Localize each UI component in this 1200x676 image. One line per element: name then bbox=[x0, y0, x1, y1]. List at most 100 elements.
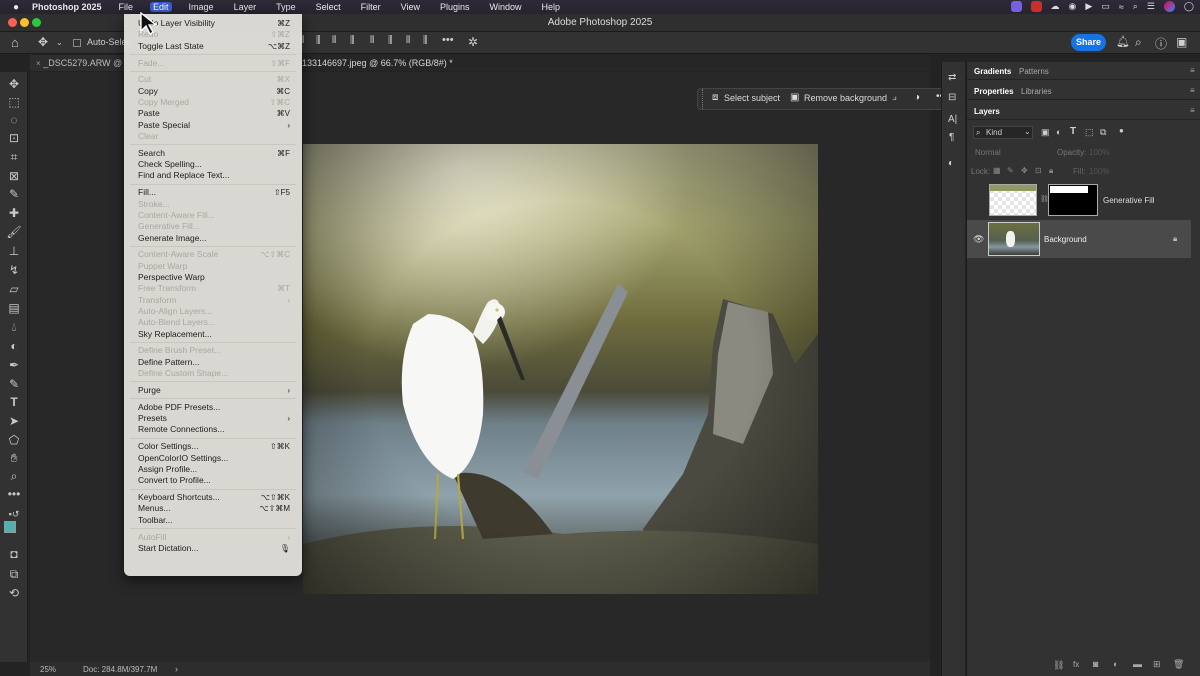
character-panel-icon[interactable]: A| bbox=[948, 114, 957, 125]
auto-select-checkbox[interactable] bbox=[73, 39, 81, 47]
type-tool-icon[interactable]: T bbox=[6, 394, 22, 410]
menu-item-define-brush-preset[interactable]: Define Brush Preset... bbox=[138, 345, 290, 356]
tab-133146697[interactable]: 133146697.jpeg @ 66.7% (RGB/8#) * bbox=[296, 55, 496, 71]
menu-view[interactable]: View bbox=[398, 2, 423, 12]
foreground-color-swatch[interactable] bbox=[4, 521, 16, 533]
align-bottom-icon[interactable]: ⫼ bbox=[388, 35, 393, 46]
menu-item-menus[interactable]: Menus... ⌥⇧⌘M bbox=[138, 503, 290, 514]
screen-mirroring-icon[interactable] bbox=[1010, 1, 1022, 12]
new-layer-icon[interactable]: ⊞ bbox=[1153, 659, 1161, 670]
menu-item-content-aware-scale[interactable]: Content-Aware Scale ⌥⇧⌘C bbox=[138, 249, 290, 260]
blur-tool-icon[interactable]: 💧︎ bbox=[6, 319, 22, 335]
close-tab-icon[interactable]: × bbox=[36, 59, 41, 68]
distribute-icon[interactable]: ⫴ bbox=[406, 35, 410, 46]
menu-select[interactable]: Select bbox=[313, 2, 344, 12]
status-menu-arrow[interactable]: › bbox=[175, 664, 178, 674]
lock-all-icon[interactable]: 🔒︎ bbox=[1049, 166, 1053, 176]
filter-toggle-icon[interactable]: ● bbox=[1119, 126, 1124, 135]
filter-smart-object-icon[interactable]: ⧉ bbox=[1100, 127, 1106, 138]
menu-item-start-dictation[interactable]: Start Dictation... 🎙 bbox=[138, 543, 290, 554]
link-layers-icon[interactable]: ⛓ bbox=[1053, 660, 1064, 671]
menu-item-undo-layer-visibility[interactable]: Undo Layer Visibility ⌘Z bbox=[138, 18, 290, 29]
menu-item-toggle-last-state[interactable]: Toggle Last State ⌥⌘Z bbox=[138, 41, 290, 52]
panel-menu-icon[interactable]: ≡ bbox=[1190, 106, 1195, 115]
more-options-icon[interactable]: ••• bbox=[442, 34, 454, 46]
play-icon[interactable]: ▶ bbox=[1085, 1, 1092, 12]
adjustment-icon[interactable]: ◑ bbox=[914, 92, 920, 103]
quick-mask-icon[interactable]: ◘ bbox=[6, 546, 22, 562]
screen-mode-icon[interactable]: ⧉ bbox=[6, 566, 22, 582]
menu-item-define-custom-shape[interactable]: Define Custom Shape... bbox=[138, 368, 290, 379]
menu-item-fill[interactable]: Fill... ⇧F5 bbox=[138, 187, 290, 198]
tab-libraries[interactable]: Libraries bbox=[1021, 87, 1052, 96]
menu-layer[interactable]: Layer bbox=[231, 2, 260, 12]
menu-edit[interactable]: Edit bbox=[150, 2, 172, 12]
menu-item-copy[interactable]: Copy ⌘C bbox=[138, 86, 290, 97]
share-button[interactable]: Share bbox=[1071, 34, 1106, 51]
shape-tool-icon[interactable]: ⬠ bbox=[6, 432, 22, 448]
battery-icon[interactable]: ▭ bbox=[1101, 1, 1110, 12]
transform-icon[interactable]: ⟓ bbox=[892, 92, 897, 103]
patterns-panel-icon[interactable]: ⊟ bbox=[948, 92, 956, 103]
menu-item-content-aware-fill[interactable]: Content-Aware Fill... bbox=[138, 210, 290, 221]
menu-item-copy-merged[interactable]: Copy Merged ⇧⌘C bbox=[138, 97, 290, 108]
lock-position-icon[interactable]: ✥ bbox=[1021, 166, 1028, 175]
apple-icon[interactable]: ● bbox=[10, 2, 22, 13]
remove-background-button[interactable]: Remove background bbox=[804, 93, 887, 103]
app-name-menu[interactable]: Photoshop 2025 bbox=[32, 2, 102, 12]
user-icon[interactable]: ◯ bbox=[1184, 1, 1194, 12]
menu-item-adobe-pdf-presets[interactable]: Adobe PDF Presets... bbox=[138, 402, 290, 413]
menu-item-keyboard-shortcuts[interactable]: Keyboard Shortcuts... ⌥⇧⌘K bbox=[138, 492, 290, 503]
help-icon[interactable]: ⓘ bbox=[1155, 35, 1167, 52]
menu-item-presets[interactable]: Presets › bbox=[138, 413, 290, 424]
menu-item-auto-blend-layers[interactable]: Auto-Blend Layers... bbox=[138, 317, 290, 328]
menu-item-stroke[interactable]: Stroke... bbox=[138, 199, 290, 210]
layer-filter-kind-select[interactable]: ⌕ Kind ⌄ bbox=[973, 126, 1033, 139]
lasso-tool-icon[interactable]: ◌ bbox=[6, 112, 22, 128]
align-right-icon[interactable]: ⫴ bbox=[332, 35, 336, 46]
menu-item-toolbar[interactable]: Toolbar... bbox=[138, 515, 290, 526]
hand-tool-icon[interactable]: ✋︎ bbox=[6, 450, 22, 466]
search-icon[interactable]: ⌕ bbox=[1135, 35, 1142, 50]
eraser-tool-icon[interactable]: ▱ bbox=[6, 281, 22, 297]
menu-item-generative-fill[interactable]: Generative Fill... bbox=[138, 221, 290, 232]
menu-plugins[interactable]: Plugins bbox=[437, 2, 473, 12]
notifications-icon[interactable]: 🔔︎ bbox=[1116, 35, 1130, 48]
menu-image[interactable]: Image bbox=[186, 2, 217, 12]
menu-item-check-spelling[interactable]: Check Spelling... bbox=[138, 159, 290, 170]
fill-value[interactable]: 100% bbox=[1089, 167, 1109, 176]
paragraph-panel-icon[interactable]: ¶ bbox=[949, 132, 954, 143]
menu-item-autofill[interactable]: AutoFill › bbox=[138, 532, 290, 543]
menu-help[interactable]: Help bbox=[539, 2, 564, 12]
workspace-icon[interactable]: ▣ bbox=[1176, 35, 1187, 49]
more-tools-icon[interactable]: ••• bbox=[6, 486, 22, 502]
menu-item-cut[interactable]: Cut ⌘X bbox=[138, 74, 290, 85]
marquee-tool-icon[interactable]: ⬚ bbox=[6, 94, 22, 110]
menu-item-purge[interactable]: Purge › bbox=[138, 385, 290, 396]
menu-item-find-and-replace-text[interactable]: Find and Replace Text... bbox=[138, 170, 290, 181]
app-tray-icon[interactable] bbox=[1030, 1, 1042, 12]
filter-pixel-icon[interactable]: ▣ bbox=[1041, 127, 1050, 138]
menu-item-transform[interactable]: Transform › bbox=[138, 295, 290, 306]
pen-tool-icon[interactable]: ✒ bbox=[6, 357, 22, 373]
crop-tool-icon[interactable]: ⌗ bbox=[6, 149, 22, 165]
layer-name[interactable]: Generative Fill bbox=[1103, 196, 1155, 205]
chevron-down-icon[interactable]: ⌄ bbox=[56, 38, 63, 47]
drag-handle[interactable] bbox=[698, 89, 703, 109]
new-group-icon[interactable]: ▬ bbox=[1133, 659, 1142, 669]
move-tool-icon[interactable]: ✥ bbox=[38, 35, 48, 49]
tab-gradients[interactable]: Gradients bbox=[974, 67, 1011, 76]
filter-type-icon[interactable]: T bbox=[1070, 126, 1076, 137]
path-tool-icon[interactable]: ✎ bbox=[6, 376, 22, 392]
new-adjustment-icon[interactable]: ◐ bbox=[1113, 659, 1118, 669]
search-icon[interactable]: ⌕ bbox=[1133, 1, 1138, 12]
zoom-tool-icon[interactable]: ⌕ bbox=[6, 468, 22, 484]
lock-artboard-icon[interactable]: ⊡ bbox=[1035, 166, 1042, 175]
home-icon[interactable]: ⌂ bbox=[11, 35, 19, 50]
layer-row-generative-fill[interactable]: ⛓ Generative Fill bbox=[967, 181, 1191, 219]
fx-icon[interactable]: fx bbox=[1073, 660, 1079, 669]
default-colors-icon[interactable]: ▪↺ bbox=[6, 506, 22, 522]
blend-mode-select[interactable]: Normal bbox=[975, 148, 1001, 157]
lock-pixels-icon[interactable]: ✎ bbox=[1007, 166, 1014, 175]
menu-item-convert-to-profile[interactable]: Convert to Profile... bbox=[138, 475, 290, 486]
